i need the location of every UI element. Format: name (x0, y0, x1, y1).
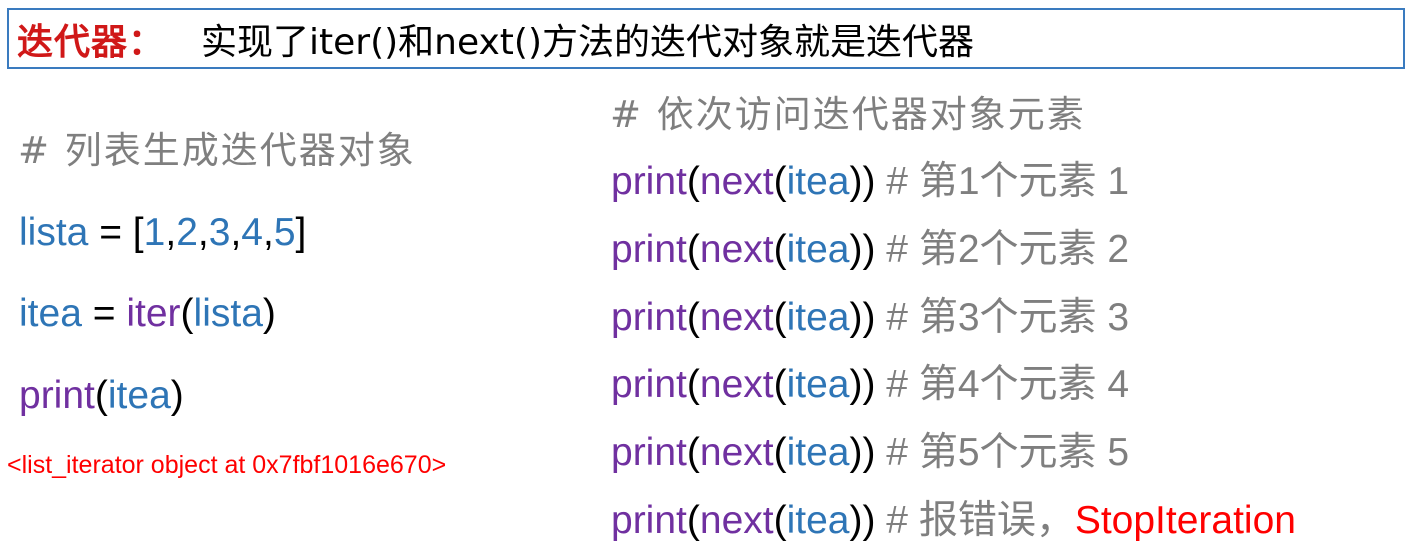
code-token: # 第2个元素 2 (886, 228, 1130, 271)
code-token: )) (849, 228, 887, 271)
title-banner: 迭代器： 实现了iter()和next()方法的迭代对象就是迭代器 (7, 8, 1405, 69)
code-token: # 第5个元素 5 (886, 431, 1130, 474)
code-token: next (699, 228, 774, 271)
code-token: next (699, 296, 774, 339)
code-token: = (81, 292, 127, 335)
code-token: )) (849, 160, 887, 203)
code-token: 5 (273, 211, 296, 254)
code-token: ( (773, 160, 787, 203)
iterator-output: <list_iterator object at 0x7fbf1016e670> (7, 451, 447, 479)
code-line-itea-assign: itea = iter(lista) (19, 292, 276, 336)
code-token: , (197, 211, 209, 254)
code-token: itea (786, 160, 850, 203)
code-line-next-4: print(next(itea)) # 第4个元素 4 (611, 363, 1129, 407)
title-label: 迭代器： (17, 21, 166, 63)
code-line-print-itea: print(itea) (19, 374, 184, 418)
code-token: itea (19, 292, 82, 335)
code-token: ( (773, 296, 787, 339)
code-token: iter (126, 292, 181, 335)
code-line-next-1: print(next(itea)) # 第1个元素 1 (611, 160, 1129, 204)
code-token: ( (773, 499, 787, 542)
code-token: ( (686, 431, 700, 474)
code-token: ( (686, 363, 700, 406)
code-token: ( (94, 374, 108, 417)
code-token: print (611, 160, 687, 203)
code-token: # 第4个元素 4 (886, 363, 1130, 406)
code-token: lista (193, 292, 263, 335)
code-token: 4 (241, 211, 263, 254)
code-token: itea (786, 296, 850, 339)
code-token: print (611, 363, 687, 406)
code-token: # 报错误， (886, 499, 1075, 542)
code-token: next (699, 160, 774, 203)
code-token: ( (773, 431, 787, 474)
code-token: ( (773, 228, 787, 271)
right-comment: # 依次访问迭代器对象元素 (610, 93, 1086, 136)
code-line-next-6: print(next(itea)) # 报错误，StopIteration (611, 499, 1296, 543)
code-token: ) (170, 374, 184, 417)
code-token: ( (686, 499, 700, 542)
code-token: lista (19, 211, 89, 254)
code-token: itea (107, 374, 171, 417)
code-token: , (263, 211, 274, 254)
code-token: 3 (208, 211, 231, 254)
code-token: )) (849, 296, 887, 339)
code-token: ] (295, 211, 307, 254)
code-token: print (19, 374, 95, 417)
code-token: ( (773, 363, 787, 406)
code-token: print (611, 296, 687, 339)
code-token: next (699, 431, 774, 474)
code-token: 1 (143, 211, 166, 254)
code-token: 2 (176, 211, 198, 254)
left-comment: # 列表生成迭代器对象 (18, 129, 416, 172)
code-token: ( (180, 292, 194, 335)
code-token: StopIteration (1074, 499, 1296, 542)
code-line-lista-assign: lista = [1,2,3,4,5] (19, 211, 306, 255)
code-token: ) (262, 292, 276, 335)
code-token: next (699, 499, 774, 542)
code-token: print (611, 499, 687, 542)
code-token: ( (686, 160, 700, 203)
code-token: , (230, 211, 242, 254)
code-token: print (611, 228, 687, 271)
code-token: = [ (88, 211, 144, 254)
code-token: next (699, 363, 774, 406)
code-token: itea (786, 363, 850, 406)
code-token: ( (686, 296, 700, 339)
code-token: )) (849, 499, 887, 542)
code-token: print (611, 431, 687, 474)
code-token: )) (849, 431, 887, 474)
code-line-next-5: print(next(itea)) # 第5个元素 5 (611, 431, 1129, 475)
code-token: itea (786, 228, 850, 271)
code-token: itea (786, 499, 850, 542)
code-line-next-3: print(next(itea)) # 第3个元素 3 (611, 296, 1129, 340)
code-token: # 第1个元素 1 (886, 160, 1130, 203)
code-token: # 第3个元素 3 (886, 296, 1130, 339)
code-line-next-2: print(next(itea)) # 第2个元素 2 (611, 228, 1129, 272)
title-text: 实现了iter()和next()方法的迭代对象就是迭代器 (201, 21, 974, 63)
code-token: itea (786, 431, 850, 474)
code-token: , (165, 211, 177, 254)
code-token: )) (849, 363, 887, 406)
code-token: ( (686, 228, 700, 271)
